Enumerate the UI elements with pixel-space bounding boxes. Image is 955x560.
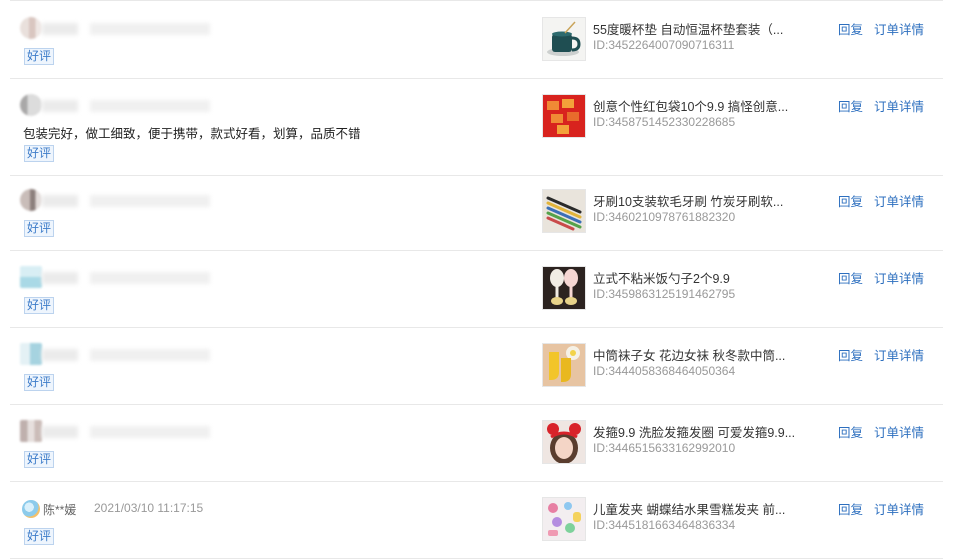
review-time: 2021/03/10 11:17:15 <box>94 501 204 515</box>
top-divider <box>10 0 943 1</box>
rice-spoon-thumb-icon <box>543 267 585 309</box>
review-time-blurred <box>90 23 210 35</box>
socks-thumb-icon <box>543 344 585 386</box>
avatar <box>20 17 42 39</box>
reply-link[interactable]: 回复 <box>838 422 863 441</box>
product-thumbnail[interactable] <box>542 189 586 233</box>
reviewer-name-blurred <box>42 100 78 112</box>
product-id: ID:3446515633162992010 <box>593 441 736 455</box>
reply-link[interactable]: 回复 <box>838 499 863 518</box>
order-detail-link[interactable]: 订单详情 <box>874 422 924 441</box>
reviewer-name-blurred <box>42 349 78 361</box>
product-thumbnail[interactable] <box>542 94 586 138</box>
product-title[interactable]: 牙刷10支装软毛牙刷 竹炭牙刷软... <box>593 191 783 210</box>
rating-badge: 好评 <box>24 528 55 545</box>
avatar <box>20 266 42 288</box>
review-time-blurred <box>90 426 210 438</box>
product-id: ID:3458751452330228685 <box>593 115 736 129</box>
reviewer-name-blurred <box>42 195 78 207</box>
order-detail-link[interactable]: 订单详情 <box>874 345 924 364</box>
review-row: 好评 发箍9.9 洗脸发箍发圈 可爱发箍9.9... ID:3446515633… <box>10 406 943 482</box>
rating-badge: 好评 <box>24 220 55 237</box>
review-row: 好评 55度暖杯垫 自动恒温杯垫套装（... ID:34522640070907… <box>10 3 943 79</box>
headband-thumb-icon <box>543 421 585 463</box>
review-time-blurred <box>90 100 210 112</box>
product-thumbnail[interactable] <box>542 343 586 387</box>
product-title[interactable]: 55度暖杯垫 自动恒温杯垫套装（... <box>593 19 783 38</box>
product-id: ID:3452264007090716311 <box>593 38 735 52</box>
order-detail-link[interactable]: 订单详情 <box>874 191 924 210</box>
review-comment: 包装完好，做工细致，便于携带，款式好看，划算，品质不错 <box>23 127 361 141</box>
reviewer-name-blurred <box>42 272 78 284</box>
reviewer-name-blurred <box>42 426 78 438</box>
product-thumbnail[interactable] <box>542 497 586 541</box>
order-detail-link[interactable]: 订单详情 <box>874 19 924 38</box>
review-time-blurred <box>90 349 210 361</box>
reviewer-name-blurred <box>42 23 78 35</box>
avatar <box>20 420 42 442</box>
reply-link[interactable]: 回复 <box>838 191 863 210</box>
rating-badge: 好评 <box>24 374 55 391</box>
red-envelope-thumb-icon <box>543 95 585 137</box>
product-title[interactable]: 儿童发夹 蝴蝶结水果雪糕发夹 前... <box>593 499 785 518</box>
review-row: 陈**媛 2021/03/10 11:17:15 好评 儿童发夹 蝴蝶结水果雪糕… <box>10 483 943 559</box>
avatar <box>22 500 40 518</box>
order-detail-link[interactable]: 订单详情 <box>874 499 924 518</box>
order-detail-link[interactable]: 订单详情 <box>874 96 924 115</box>
product-title[interactable]: 立式不粘米饭勺子2个9.9 <box>593 268 730 287</box>
review-row: 好评 牙刷10支装软毛牙刷 竹炭牙刷软... ID:34602109787618… <box>10 175 943 251</box>
product-id: ID:3460210978761882320 <box>593 210 736 224</box>
product-thumbnail[interactable] <box>542 266 586 310</box>
reply-link[interactable]: 回复 <box>838 268 863 287</box>
product-title[interactable]: 发箍9.9 洗脸发箍发圈 可爱发箍9.9... <box>593 422 795 441</box>
avatar <box>20 94 42 116</box>
toothbrush-thumb-icon <box>543 190 585 232</box>
reviewer-name: 陈**媛 <box>43 503 77 517</box>
rating-badge: 好评 <box>24 297 55 314</box>
product-thumbnail[interactable] <box>542 17 586 61</box>
review-time-blurred <box>90 272 210 284</box>
rating-badge: 好评 <box>24 48 55 65</box>
hairclip-thumb-icon <box>543 498 585 540</box>
product-id: ID:3445181663464836334 <box>593 518 736 532</box>
reply-link[interactable]: 回复 <box>838 96 863 115</box>
review-time-blurred <box>90 195 210 207</box>
avatar <box>20 189 42 211</box>
product-id: ID:3444058368464050364 <box>593 364 736 378</box>
product-id: ID:3459863125191462795 <box>593 287 736 301</box>
reply-link[interactable]: 回复 <box>838 19 863 38</box>
review-row: 包装完好，做工细致，便于携带，款式好看，划算，品质不错 好评 创意个性红包袋10… <box>10 80 943 176</box>
reply-link[interactable]: 回复 <box>838 345 863 364</box>
order-detail-link[interactable]: 订单详情 <box>874 268 924 287</box>
product-thumbnail[interactable] <box>542 420 586 464</box>
mug-thumb-icon <box>543 18 585 60</box>
rating-badge: 好评 <box>24 451 55 468</box>
product-title[interactable]: 中筒袜子女 花边女袜 秋冬款中筒... <box>593 345 785 364</box>
review-row: 好评 中筒袜子女 花边女袜 秋冬款中筒... ID:34440583684640… <box>10 329 943 405</box>
review-row: 好评 立式不粘米饭勺子2个9.9 ID:3459863125191462795 … <box>10 252 943 328</box>
product-title[interactable]: 创意个性红包袋10个9.9 搞怪创意... <box>593 96 788 115</box>
avatar <box>20 343 42 365</box>
rating-badge: 好评 <box>24 145 55 162</box>
